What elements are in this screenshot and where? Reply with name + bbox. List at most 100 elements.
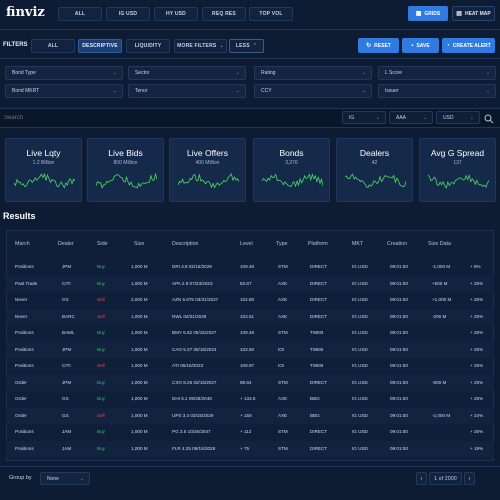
column-header-side[interactable]: Side [97, 241, 108, 247]
reset-button[interactable]: ↻ RESET [358, 38, 399, 53]
top-tab-all[interactable]: ALL [58, 7, 102, 21]
column-header-size-data[interactable]: Size Data [428, 241, 451, 247]
stat-card-title: Live Lqty [26, 148, 61, 158]
create-alert-button[interactable]: ◔ CREATE ALERT [442, 38, 495, 53]
top-tab-hy-usd[interactable]: HY USD [154, 7, 198, 21]
table-cell: IG USD [352, 280, 368, 286]
table-cell: 1,000 M [131, 429, 148, 434]
table-cell: AXE [278, 396, 288, 401]
top-tab-req-res[interactable]: REQ RES [202, 7, 246, 21]
table-cell: Order [15, 412, 27, 418]
table-cell: 1,000 M [131, 445, 148, 451]
next-page-button[interactable]: › [464, 472, 475, 485]
stat-card-live-offers[interactable]: Live Offers 400 Million [169, 138, 246, 202]
rating-filter-select[interactable]: AAA ⌄ [389, 111, 433, 124]
table-cell: Positions [15, 429, 34, 434]
stat-card-live-bids[interactable]: Live Bids 800 Million [87, 138, 164, 202]
table-row[interactable]: Order GS Sell 1,000 M UPS 3.4 03/15/2029 + 15… [6, 407, 494, 424]
table-cell: Sell [97, 313, 105, 319]
table-row[interactable]: Positions JAM Buy 1,000 M FLR 4.25 09/15/202… [6, 440, 494, 457]
column-header-type[interactable]: Type [276, 241, 287, 247]
table-cell: DHI 5.1 09/28/2048 [172, 396, 212, 401]
heat-map-label: HEAT MAP [464, 10, 491, 17]
top-tab-top-vol[interactable]: TOP VOL [249, 7, 293, 21]
sector-select[interactable]: Sector ⌄ [128, 66, 246, 80]
table-cell: Buy [97, 396, 105, 401]
table-cell: IOI [278, 346, 285, 352]
stat-card-bonds[interactable]: Bonds 3,276 [253, 138, 330, 202]
group-by-select[interactable]: None ⌄ [40, 472, 90, 485]
table-cell: + 25% [470, 396, 484, 401]
table-row[interactable]: Never GS Sell 2,000 M AZN 5.875 03/31/2027 10… [6, 292, 494, 308]
grids-button[interactable]: ▦ GRIDS [408, 6, 448, 21]
sparkline-icon [262, 173, 323, 188]
table-row[interactable]: Never BARC Sell 1,000 M NWL 04/01/2026 103.51… [6, 308, 494, 325]
stat-card-avg-g-spread[interactable]: Avg G Spread 137 [419, 138, 496, 202]
column-header-creation[interactable]: Creation [387, 241, 407, 247]
tenor-select[interactable]: Tenor ⌄ [128, 84, 246, 98]
issuer-select[interactable]: Issuer ⌄ [378, 84, 496, 98]
rating-select[interactable]: Rating ⌄ [254, 66, 372, 80]
table-cell: Positions [15, 445, 34, 451]
chevron-down-icon: ⌄ [112, 88, 117, 94]
chevron-down-icon: ⌄ [235, 88, 240, 94]
save-button[interactable]: ▪ SAVE [402, 38, 439, 53]
table-cell: 1,000 M [131, 264, 148, 269]
table-cell: TWEB [310, 363, 324, 368]
ccy-select[interactable]: CCY ⌄ [254, 84, 372, 98]
brand-logo[interactable]: finviz [6, 5, 45, 20]
l-score-select[interactable]: L Score ⌄ [378, 66, 496, 80]
table-row[interactable]: Past Trade CITI Buy 1,000 M APA 2.8 07/23/20… [6, 275, 494, 292]
table-cell: -1,000 M [432, 264, 451, 269]
ccy-filter-select[interactable]: USD ⌄ [436, 111, 480, 124]
stat-card-live-lqty[interactable]: Live Lqty 1.2 Billion [5, 138, 82, 202]
table-cell: STM [278, 264, 288, 269]
table-row[interactable]: Positions CITI Sell 1,000 M ATI 06/15/2023 10… [6, 358, 494, 374]
bond-mkrt-select[interactable]: Bond MKRT ⌄ [5, 84, 123, 98]
table-cell: 2,000 M [131, 297, 148, 302]
chevron-down-icon: ⌄ [485, 70, 490, 76]
ig-filter-select[interactable]: IG ⌄ [342, 111, 386, 124]
search-icon[interactable] [484, 111, 496, 124]
column-header-description[interactable]: Description [172, 241, 199, 247]
table-row[interactable]: Positions JPM Buy 1,000 M DRI 4.8 02/15/2029… [6, 259, 494, 275]
search-input[interactable] [4, 111, 304, 125]
table-row[interactable]: Positions JPM Buy 1,000 M CAO 5.37 05/15/202… [6, 341, 494, 358]
column-header-dealer[interactable]: Dealer [58, 241, 74, 247]
table-row[interactable]: Positions BAML Buy 1,000 M BMY 6.62 05/15/20… [6, 325, 494, 341]
table-cell: AZN 5.875 03/31/2027 [172, 297, 219, 302]
heat-map-button[interactable]: ▤ HEAT MAP [452, 6, 495, 21]
less-toggle[interactable]: LESS ⌃ [229, 39, 264, 53]
l-score-label: L Score [385, 70, 403, 76]
column-header-mkt[interactable]: MKT [352, 241, 363, 247]
table-row[interactable]: Positions JAM Buy 1,000 M PG 3.5 10/25/2047 +… [6, 424, 494, 440]
table-cell: 1,000 M [131, 379, 148, 385]
filter-tab-liquidity[interactable]: LIQUIDITY [126, 39, 170, 53]
stat-card-dealers[interactable]: Dealers 42 [336, 138, 413, 202]
sparkline-icon [428, 173, 489, 189]
bond-type-select[interactable]: Bond Type ⌄ [5, 66, 123, 80]
filter-tab-descriptive[interactable]: DESCRIPTIVE [78, 39, 122, 53]
column-header-size[interactable]: Size [134, 241, 144, 247]
table-cell: -2,000 M [432, 412, 451, 418]
table-cell: JAM [62, 429, 72, 434]
sparkline-icon [96, 173, 157, 189]
table-row[interactable]: Order GS Buy 1,000 M DHI 5.1 09/28/2048 + 134… [6, 391, 494, 407]
prev-page-button[interactable]: ‹ [416, 472, 427, 485]
more-filters-dropdown[interactable]: MORE FILTERS ⌄ [174, 39, 227, 53]
table-cell: STM [278, 445, 288, 451]
column-header-platform[interactable]: Platform [308, 241, 328, 247]
top-tab-ig-usd[interactable]: IG USD [106, 7, 150, 21]
table-cell: Past Trade [15, 280, 38, 286]
stat-card-value: 137 [453, 160, 462, 166]
stat-card-title: Live Bids [108, 148, 143, 158]
table-cell: -500 M [432, 379, 447, 385]
column-header-march[interactable]: March [15, 241, 30, 247]
grids-label: GRIDS [424, 10, 441, 17]
table-row[interactable]: Order JPM Buy 1,000 M CXO 8.25 02/15/2027 98.… [6, 374, 494, 391]
table-cell: CAO 5.37 05/15/2024 [172, 346, 217, 352]
stat-card-value: 800 Million [113, 160, 138, 166]
table-cell: 09:01:00 [390, 297, 408, 302]
column-header-level[interactable]: Level [240, 241, 253, 247]
filter-tab-all[interactable]: ALL [31, 39, 75, 53]
